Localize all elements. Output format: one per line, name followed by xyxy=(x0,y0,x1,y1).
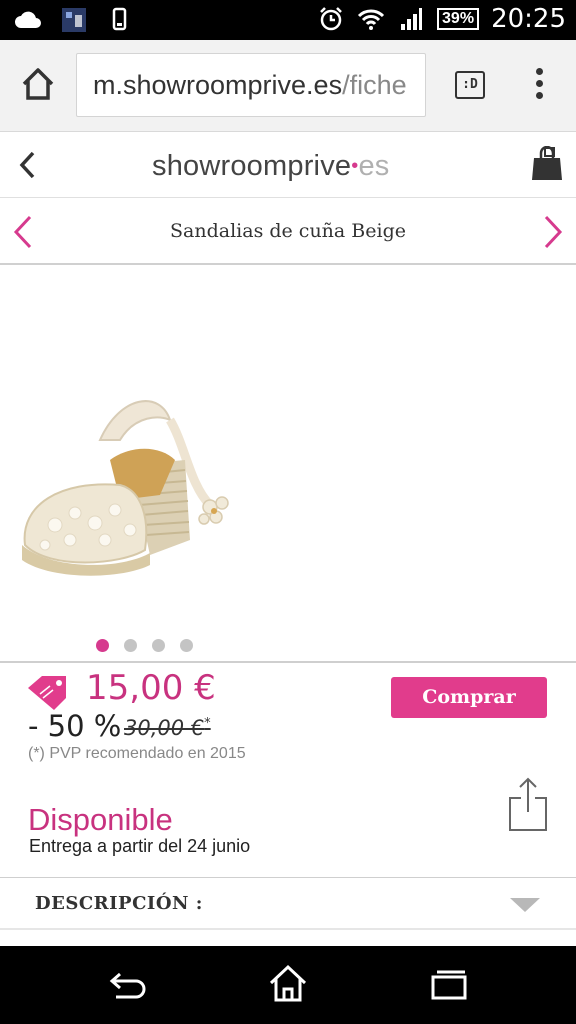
divider xyxy=(0,877,576,878)
next-product-button[interactable] xyxy=(538,214,566,250)
shopping-bag-icon xyxy=(532,145,562,180)
carousel-dot[interactable] xyxy=(124,639,137,652)
back-button[interactable] xyxy=(14,148,44,182)
product-image xyxy=(22,400,229,576)
carousel-dot[interactable] xyxy=(96,639,109,652)
chevron-down-icon xyxy=(510,898,540,912)
tabs-button[interactable]: :D xyxy=(455,71,485,99)
original-price: 30,00 €* xyxy=(124,716,211,740)
delivery-info: Entrega a partir del 24 junio xyxy=(29,836,251,856)
divider xyxy=(0,661,576,663)
alarm-icon xyxy=(317,5,345,33)
cart-button[interactable] xyxy=(530,145,564,182)
back-arrow-icon xyxy=(109,972,146,999)
discount-label: - 50 % xyxy=(28,709,122,743)
chevron-left-icon xyxy=(19,151,35,179)
product-nav: Sandalias de cuña Beige xyxy=(0,198,576,265)
product-image-carousel[interactable] xyxy=(0,267,576,662)
url-text: m.showroomprive.es/fiche xyxy=(93,70,407,100)
divider xyxy=(0,928,576,930)
system-back-button[interactable] xyxy=(106,968,150,1002)
system-recents-button[interactable] xyxy=(429,968,469,1002)
url-bar[interactable]: m.showroomprive.es/fiche xyxy=(76,53,426,117)
description-header[interactable]: DESCRIPCIÓN : xyxy=(35,893,203,914)
expand-description-button[interactable] xyxy=(508,895,542,915)
share-icon xyxy=(509,777,547,831)
current-price: 15,00 € xyxy=(86,668,216,708)
carousel-dot[interactable] xyxy=(180,639,193,652)
site-logo[interactable]: showroomprive•es xyxy=(152,150,389,183)
notification-icon xyxy=(60,6,88,34)
carousel-indicator xyxy=(96,639,193,652)
system-home-button[interactable] xyxy=(267,963,309,1003)
price-tag-icon xyxy=(26,674,68,712)
share-button[interactable] xyxy=(508,776,548,832)
chevron-right-icon xyxy=(544,215,563,249)
system-nav-bar xyxy=(0,946,576,1024)
product-title: Sandalias de cuña Beige xyxy=(170,220,406,242)
wifi-icon xyxy=(357,5,385,33)
signal-icon xyxy=(397,5,425,33)
browser-home-button[interactable] xyxy=(18,62,58,106)
home-icon xyxy=(269,964,307,1002)
browser-menu-button[interactable] xyxy=(530,68,548,104)
home-icon xyxy=(22,68,54,100)
pvp-note: (*) PVP recomendado en 2015 xyxy=(28,745,246,762)
buy-button[interactable]: Comprar xyxy=(391,677,547,718)
browser-toolbar: m.showroomprive.es/fiche :D xyxy=(0,40,576,132)
availability-status: Disponible xyxy=(28,802,173,837)
battery-icon: 39% xyxy=(437,8,480,30)
clock: 20:25 xyxy=(491,4,566,34)
site-header: showroomprive•es xyxy=(0,132,576,198)
recents-icon xyxy=(431,970,467,1000)
carousel-dot[interactable] xyxy=(152,639,165,652)
cloud-icon xyxy=(14,6,42,34)
phone-icon xyxy=(106,6,134,34)
status-bar: 39% 20:25 xyxy=(0,0,576,40)
